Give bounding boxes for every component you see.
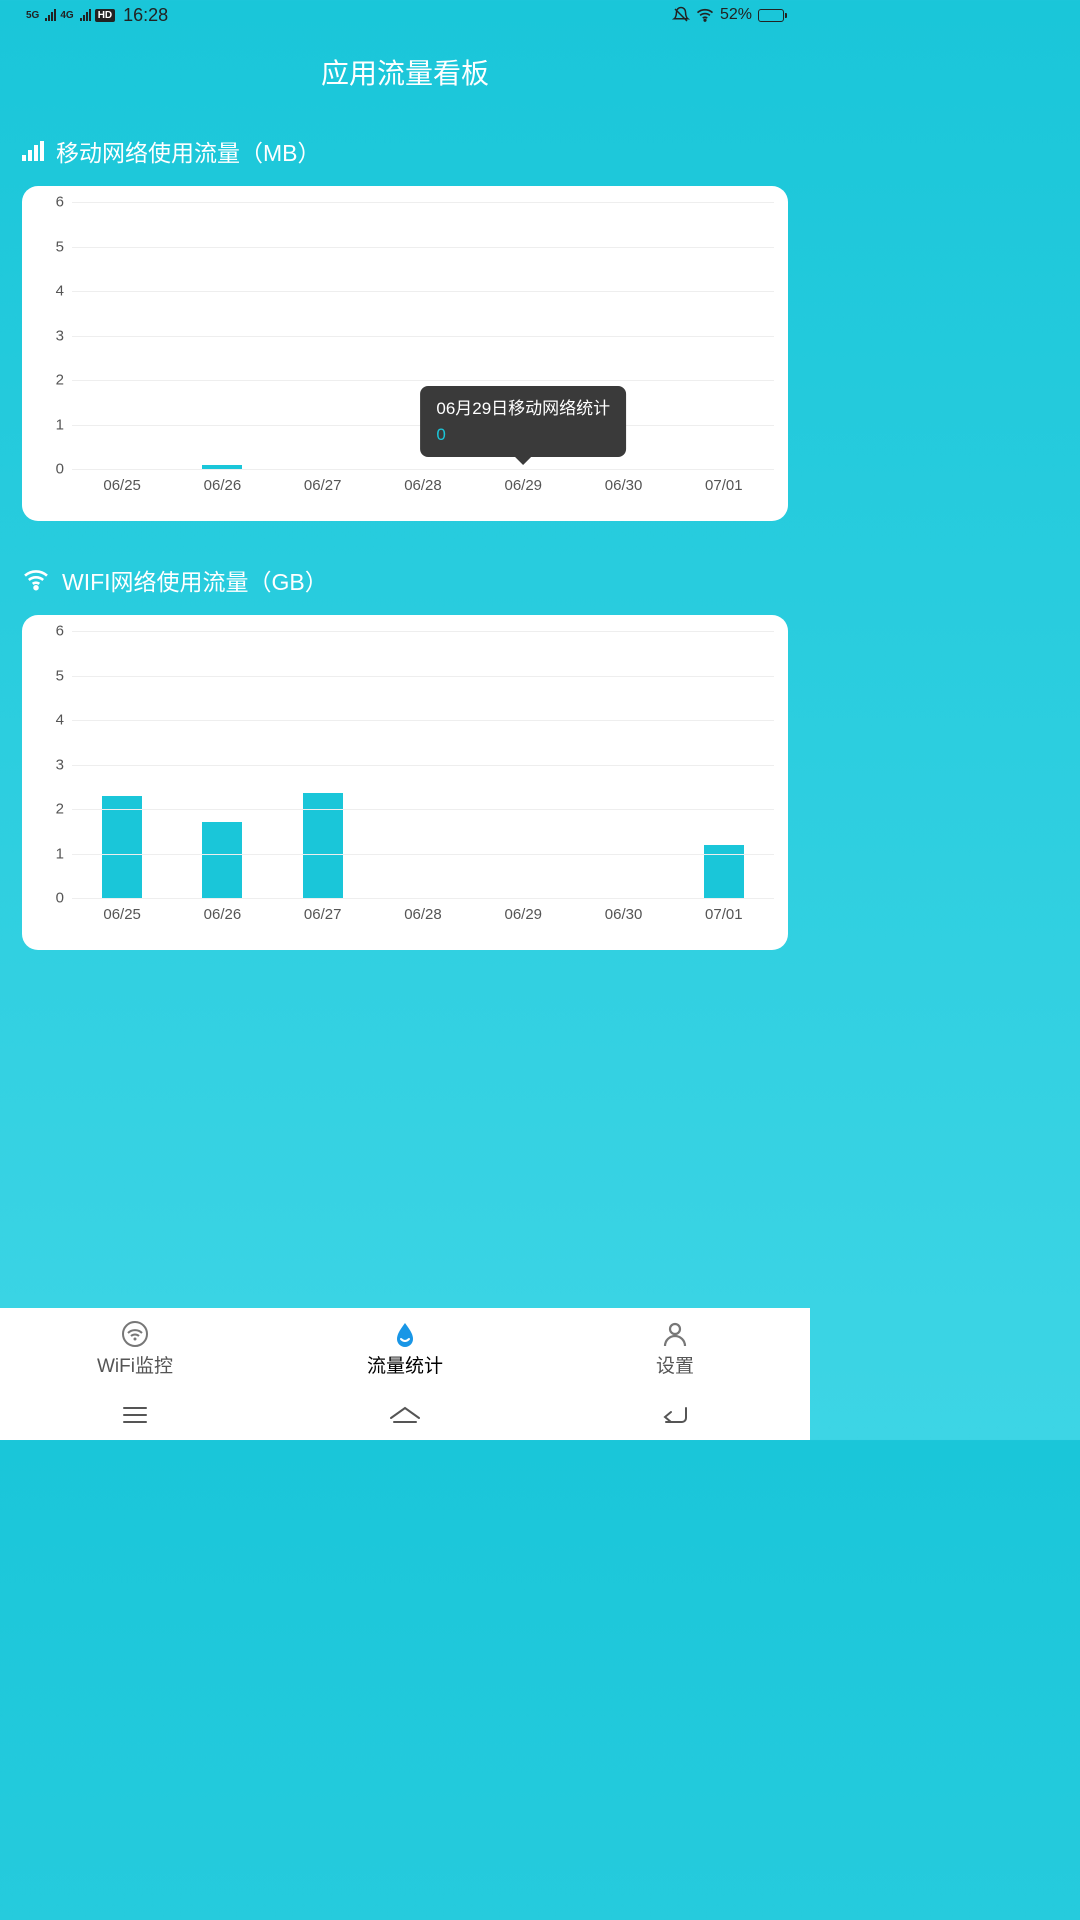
gridline	[72, 291, 774, 292]
status-bar: 5G 4G HD 16:28 52%	[0, 0, 810, 30]
x-tick: 06/28	[373, 898, 473, 928]
x-tick: 06/30	[573, 898, 673, 928]
gridline	[72, 676, 774, 677]
x-tick: 06/26	[172, 469, 272, 499]
tooltip-value: 0	[436, 422, 610, 448]
y-tick: 0	[36, 891, 72, 906]
y-tick: 6	[36, 195, 72, 210]
nav-traffic-stats[interactable]: 流量统计	[270, 1308, 540, 1390]
wifi-circle-icon	[119, 1321, 151, 1347]
gridline	[72, 336, 774, 337]
x-tick: 06/27	[273, 898, 373, 928]
y-tick: 4	[36, 284, 72, 299]
y-tick: 6	[36, 624, 72, 639]
section-mobile-title: 移动网络使用流量（MB）	[56, 134, 321, 168]
section-wifi-title: WIFI网络使用流量（GB）	[62, 563, 328, 597]
nav-wifi-monitor[interactable]: WiFi监控	[0, 1308, 270, 1390]
mute-icon	[672, 6, 690, 24]
system-nav-bar	[0, 1390, 810, 1440]
nav-settings-label: 设置	[656, 1351, 694, 1378]
tooltip-title: 06月29日移动网络统计	[436, 396, 610, 422]
status-left: 5G 4G HD 16:28	[26, 5, 168, 26]
nav-stats-label: 流量统计	[367, 1351, 443, 1378]
chart-mobile[interactable]: 6543210 06月29日移动网络统计 0 06/2506/2606/2706…	[22, 186, 788, 521]
bar	[102, 796, 142, 898]
drop-icon	[389, 1321, 421, 1347]
y-tick: 3	[36, 328, 72, 343]
section-mobile-header: 移动网络使用流量（MB）	[22, 134, 788, 168]
gridline	[72, 202, 774, 203]
section-mobile: 移动网络使用流量（MB） 6 5 4 3 2 1 0 06月29日移动网络统计 0 06/2…	[0, 134, 810, 521]
nav-settings[interactable]: 设置	[540, 1308, 810, 1390]
x-tick: 06/25	[72, 898, 172, 928]
signal-5g-label: 5G	[26, 10, 39, 21]
y-tick: 5	[36, 239, 72, 254]
chart-wifi[interactable]: 6 5 4 3 2 1 0 06/2506/2606/2706/2806/2906/3007…	[22, 615, 788, 950]
wifi-icon	[22, 569, 50, 591]
battery-icon	[758, 9, 784, 22]
status-time: 16:28	[123, 5, 168, 26]
gridline	[72, 854, 774, 855]
gridline	[72, 809, 774, 810]
back-button[interactable]	[653, 1403, 697, 1427]
hd-badge: HD	[95, 9, 115, 22]
bottom-nav: WiFi监控 流量统计 设置	[0, 1308, 810, 1390]
y-tick: 0	[36, 462, 72, 477]
page-title: 应用流量看板	[0, 52, 810, 92]
y-tick: 4	[36, 713, 72, 728]
status-right: 52%	[672, 6, 784, 24]
nav-wifi-label: WiFi监控	[97, 1351, 173, 1378]
x-tick: 06/29	[473, 898, 573, 928]
section-wifi: WIFI网络使用流量（GB） 6543210 06/2506/2606/2706…	[0, 563, 810, 950]
x-tick: 06/28	[373, 469, 473, 499]
wifi-icon	[696, 6, 714, 24]
chart-tooltip: 06月29日移动网络统计 0	[420, 386, 626, 457]
y-tick: 2	[36, 373, 72, 388]
home-button[interactable]	[383, 1403, 427, 1427]
y-tick: 5	[36, 668, 72, 683]
y-tick: 2	[36, 802, 72, 817]
x-tick: 06/25	[72, 469, 172, 499]
battery-text: 52%	[720, 6, 752, 24]
signal-4g-label: 4G	[60, 10, 73, 21]
recents-button[interactable]	[113, 1403, 157, 1427]
gridline	[72, 380, 774, 381]
section-wifi-header: WIFI网络使用流量（GB）	[22, 563, 788, 597]
gridline	[72, 631, 774, 632]
x-tick: 06/27	[273, 469, 373, 499]
x-tick: 06/26	[172, 898, 272, 928]
person-icon	[659, 1321, 691, 1347]
y-tick: 1	[36, 846, 72, 861]
signal-bars-icon	[80, 9, 91, 21]
x-tick: 07/01	[674, 898, 774, 928]
y-tick: 3	[36, 757, 72, 772]
x-tick: 06/30	[573, 469, 673, 499]
signal-bars-icon	[45, 9, 56, 21]
gridline	[72, 720, 774, 721]
gridline	[72, 247, 774, 248]
gridline	[72, 765, 774, 766]
x-tick: 06/29	[473, 469, 573, 499]
y-tick: 1	[36, 417, 72, 432]
cellular-icon	[22, 141, 44, 161]
x-tick: 07/01	[674, 469, 774, 499]
bar	[202, 822, 242, 898]
